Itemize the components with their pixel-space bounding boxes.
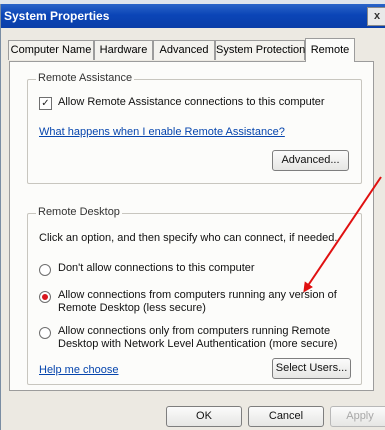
tab-remote[interactable]: Remote: [305, 38, 355, 62]
annotation-arrow-icon: [303, 176, 382, 293]
arrow-line: [303, 176, 382, 293]
